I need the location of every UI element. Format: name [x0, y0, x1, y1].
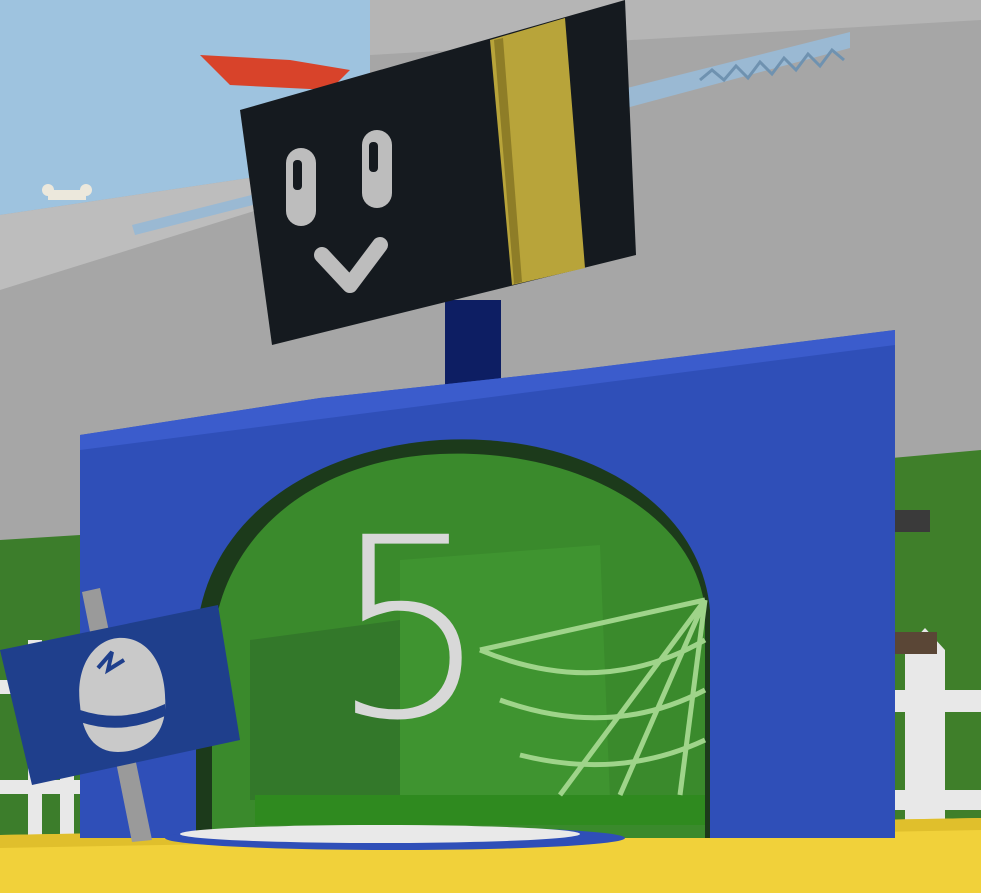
bee-pole	[445, 300, 501, 390]
gate-pad	[180, 825, 580, 843]
game-scene: 5	[0, 0, 981, 893]
cracked-egg-icon	[79, 637, 166, 752]
scene-art	[0, 0, 981, 893]
gate-number: 5	[330, 484, 490, 775]
